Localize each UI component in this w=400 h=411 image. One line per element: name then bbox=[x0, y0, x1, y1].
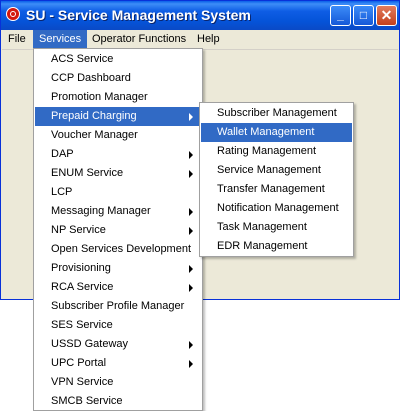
menu-item-messaging-manager[interactable]: Messaging Manager bbox=[35, 202, 201, 221]
submenu-arrow-icon bbox=[189, 360, 193, 368]
submenu-item-notification-management[interactable]: Notification Management bbox=[201, 199, 352, 218]
services-dropdown: ACS Service CCP Dashboard Promotion Mana… bbox=[33, 48, 203, 411]
menu-item-ussd-gateway[interactable]: USSD Gateway bbox=[35, 335, 201, 354]
submenu-item-edr-management[interactable]: EDR Management bbox=[201, 237, 352, 256]
menu-item-enum-service[interactable]: ENUM Service bbox=[35, 164, 201, 183]
submenu-arrow-icon bbox=[189, 208, 193, 216]
minimize-button[interactable]: _ bbox=[330, 5, 351, 26]
oracle-logo-icon bbox=[6, 7, 20, 21]
submenu-item-service-management[interactable]: Service Management bbox=[201, 161, 352, 180]
menu-item-voucher-manager[interactable]: Voucher Manager bbox=[35, 126, 201, 145]
menu-item-promotion-manager[interactable]: Promotion Manager bbox=[35, 88, 201, 107]
menu-services[interactable]: Services bbox=[33, 30, 88, 49]
menu-item-ses-service[interactable]: SES Service bbox=[35, 316, 201, 335]
menu-item-rca-service[interactable]: RCA Service bbox=[35, 278, 201, 297]
submenu-arrow-icon bbox=[189, 265, 193, 273]
submenu-item-wallet-management[interactable]: Wallet Management bbox=[201, 123, 352, 142]
submenu-arrow-icon bbox=[189, 151, 193, 159]
menu-item-lcp[interactable]: LCP bbox=[35, 183, 201, 202]
menu-item-subscriber-profile-manager[interactable]: Subscriber Profile Manager bbox=[35, 297, 201, 316]
menu-item-dap[interactable]: DAP bbox=[35, 145, 201, 164]
menu-item-vpn-service[interactable]: VPN Service bbox=[35, 373, 201, 392]
window-title: SU - Service Management System bbox=[26, 7, 251, 23]
menu-item-ccp-dashboard[interactable]: CCP Dashboard bbox=[35, 69, 201, 88]
submenu-item-rating-management[interactable]: Rating Management bbox=[201, 142, 352, 161]
menu-item-open-services-development[interactable]: Open Services Development bbox=[35, 240, 201, 259]
close-button[interactable]: ✕ bbox=[376, 5, 397, 26]
menu-item-np-service[interactable]: NP Service bbox=[35, 221, 201, 240]
menu-item-smcb-service[interactable]: SMCB Service bbox=[35, 392, 201, 411]
maximize-button[interactable]: □ bbox=[353, 5, 374, 26]
submenu-arrow-icon bbox=[189, 341, 193, 349]
submenu-arrow-icon bbox=[189, 113, 193, 121]
submenu-arrow-icon bbox=[189, 227, 193, 235]
submenu-item-task-management[interactable]: Task Management bbox=[201, 218, 352, 237]
menu-file[interactable]: File bbox=[2, 30, 32, 49]
submenu-item-subscriber-management[interactable]: Subscriber Management bbox=[201, 104, 352, 123]
menu-item-prepaid-charging[interactable]: Prepaid Charging bbox=[35, 107, 201, 126]
menu-bar: File Services Operator Functions Help bbox=[2, 30, 398, 50]
menu-help[interactable]: Help bbox=[191, 30, 226, 49]
title-bar[interactable]: SU - Service Management System _ □ ✕ bbox=[1, 1, 399, 30]
submenu-arrow-icon bbox=[189, 284, 193, 292]
menu-item-acs-service[interactable]: ACS Service bbox=[35, 50, 201, 69]
prepaid-charging-submenu: Subscriber Management Wallet Management … bbox=[199, 102, 354, 257]
submenu-arrow-icon bbox=[189, 170, 193, 178]
submenu-item-transfer-management[interactable]: Transfer Management bbox=[201, 180, 352, 199]
menu-item-provisioning[interactable]: Provisioning bbox=[35, 259, 201, 278]
menu-item-upc-portal[interactable]: UPC Portal bbox=[35, 354, 201, 373]
menu-operator-functions[interactable]: Operator Functions bbox=[86, 30, 192, 49]
